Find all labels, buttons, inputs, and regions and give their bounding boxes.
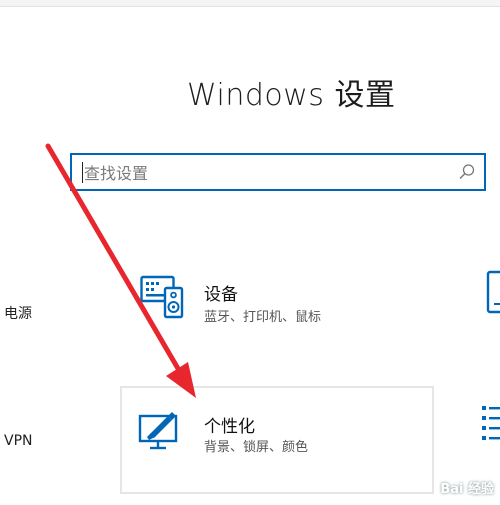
- personalization-title: 个性化: [204, 417, 255, 437]
- apps-icon[interactable]: [480, 404, 500, 444]
- devices-icon: [140, 275, 184, 319]
- personalization-tile[interactable]: 个性化 背景、锁屏、颜色: [120, 386, 434, 494]
- watermark: Bai 经验: [440, 482, 494, 497]
- vpn-category-label[interactable]: VPN: [4, 433, 33, 449]
- search-icon[interactable]: [458, 163, 476, 181]
- window-top-edge: [0, 0, 500, 7]
- devices-description: 蓝牙、打印机、鼠标: [204, 310, 322, 325]
- search-input[interactable]: [84, 163, 444, 183]
- page-title: Windows 设置: [187, 78, 396, 113]
- devices-title: 设备: [204, 285, 238, 305]
- search-box[interactable]: [70, 153, 486, 191]
- personalization-icon: [138, 412, 178, 450]
- text-caret: [82, 162, 83, 183]
- phone-icon[interactable]: [484, 270, 500, 316]
- personalization-description: 背景、锁屏、颜色: [204, 440, 309, 455]
- power-category-label[interactable]: 电源: [4, 303, 32, 323]
- devices-tile[interactable]: 设备 蓝牙、打印机、鼠标: [120, 262, 430, 342]
